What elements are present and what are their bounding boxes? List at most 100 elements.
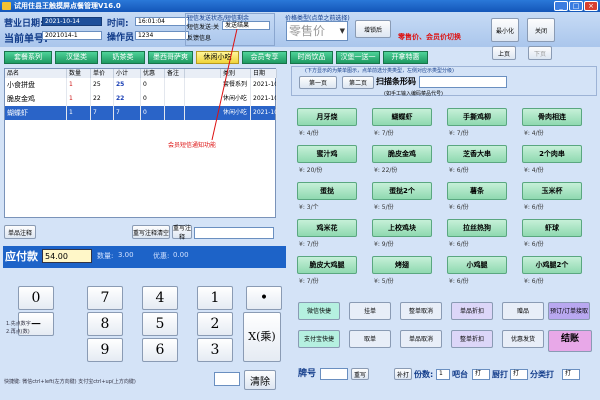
copies-input[interactable]: 1 [436, 369, 450, 380]
category-tab-8[interactable]: 开拿特惠 [383, 51, 428, 64]
dish-button[interactable]: 虾球 [522, 219, 582, 237]
dish-button[interactable]: 蝴蝶虾 [372, 108, 432, 126]
function-button-3[interactable]: 单品折扣 [451, 302, 493, 320]
dish-button[interactable]: 拉丝热狗 [447, 219, 507, 237]
dish-button[interactable]: 脆皮金鸡 [372, 145, 432, 163]
scan-label: 扫描条形码 [376, 77, 416, 86]
shortcut-hint: 快捷键: 微信ctrl+left(左方向键) 支付宝ctrl+up(上方向键) [4, 379, 136, 385]
dish-price: ¥: 7/份 [374, 130, 394, 137]
discount-value: 0.00 [173, 251, 189, 259]
cell-date: 2021-10- [251, 106, 277, 120]
dish-button[interactable]: 2个肉串 [522, 145, 582, 163]
key-7[interactable]: 5 [142, 312, 178, 336]
dish-button[interactable]: 玉米杯 [522, 182, 582, 200]
key-2[interactable]: 4 [142, 286, 178, 310]
dish-button[interactable]: 骨肉相连 [522, 108, 582, 126]
bar-select[interactable]: 打 [472, 369, 490, 380]
lock-switch-button[interactable]: 增锁后 [355, 20, 391, 38]
page-2-button[interactable]: 第二页 [342, 76, 374, 89]
clear-button[interactable]: 清除 [244, 370, 276, 390]
dish-button[interactable]: 上校鸡块 [372, 219, 432, 237]
category-tab-6[interactable]: 时尚饮品 [290, 51, 333, 64]
cell-qty: 1 [67, 78, 91, 92]
price-type-select[interactable]: 零售价 ▼ [286, 21, 348, 41]
cell-price: 7 [91, 106, 114, 120]
kitchen-select[interactable]: 打 [510, 369, 528, 380]
multiply-key[interactable]: X(乘) [243, 312, 281, 362]
note-input[interactable] [194, 227, 274, 239]
split-print-label: 分类打 [530, 370, 554, 379]
key-4[interactable]: • [246, 286, 282, 310]
cell-sub: 22 [114, 92, 141, 106]
key-11[interactable]: 3 [197, 338, 233, 362]
dish-button[interactable]: 芝香大串 [447, 145, 507, 163]
rewrite-note-button[interactable]: 重写注释 [172, 225, 192, 241]
function-button-9[interactable]: 整单折扣 [451, 330, 493, 348]
key-9[interactable]: 9 [87, 338, 123, 362]
page-1-button[interactable]: 第一页 [299, 76, 337, 89]
function-button-1[interactable]: 挂单 [349, 302, 391, 320]
dish-button[interactable]: 薯条 [447, 182, 507, 200]
function-button-4[interactable]: 赠品 [502, 302, 544, 320]
function-button-10[interactable]: 优惠发货 [502, 330, 544, 348]
dish-button[interactable]: 手撕鸡柳 [447, 108, 507, 126]
dish-button[interactable]: 月牙烧 [297, 108, 357, 126]
table-number-input[interactable] [320, 368, 348, 380]
keypad-input[interactable] [214, 372, 240, 386]
prev-page-button[interactable]: 上页 [492, 46, 516, 60]
dish-price: ¥: 6/份 [449, 167, 469, 174]
dish-button[interactable]: 脆皮大鸡腿 [297, 256, 357, 274]
function-button-7[interactable]: 取单 [349, 330, 391, 348]
dish-button[interactable]: 蛋挞2个 [372, 182, 432, 200]
dish-price: ¥: 3/个 [299, 204, 319, 211]
function-button-8[interactable]: 单品取消 [400, 330, 442, 348]
key-1[interactable]: 7 [87, 286, 123, 310]
function-button-0[interactable]: 微信快捷 [298, 302, 340, 320]
minimize-button[interactable]: 最小化 [491, 18, 519, 42]
maximize-window-button[interactable]: □ [569, 1, 583, 11]
key-0[interactable]: 0 [18, 286, 54, 310]
minimize-window-button[interactable]: _ [554, 1, 568, 11]
bar-label: 吧台 [452, 370, 468, 379]
grid-header-1: 数量 [67, 69, 91, 78]
sms-feedback-label: 反馈信息 [187, 35, 212, 42]
split-print-select[interactable]: 打 [562, 369, 580, 380]
category-tab-3[interactable]: 墨西哥萨爽 [148, 51, 193, 64]
barcode-input[interactable] [419, 76, 507, 88]
dish-button[interactable]: 蜜汁鸡 [297, 145, 357, 163]
exit-button[interactable]: 关闭 [527, 18, 555, 42]
close-window-button[interactable]: × [584, 1, 598, 11]
category-tab-1[interactable]: 汉堡类 [55, 51, 98, 64]
category-tab-0[interactable]: 套餐系列 [4, 51, 52, 64]
function-button-6[interactable]: 支付宝快捷 [298, 330, 340, 348]
table-rewrite-button[interactable]: 重写 [351, 368, 369, 380]
key-3[interactable]: 1 [197, 286, 233, 310]
function-button-11[interactable]: 结账 [548, 330, 592, 352]
dish-price: ¥: 7/份 [299, 241, 319, 248]
next-page-button[interactable]: 下页 [528, 46, 552, 60]
cell-disc: 0 [141, 92, 165, 106]
dish-price: ¥: 7/份 [299, 278, 319, 285]
dish-price: ¥: 9/份 [374, 241, 394, 248]
clear-notes-button[interactable]: 重写注释清空 [132, 225, 170, 239]
dish-price: ¥: 6/份 [524, 241, 544, 248]
dish-button[interactable]: 鸡米花 [297, 219, 357, 237]
dish-button[interactable]: 小鸡腿2个 [522, 256, 582, 274]
category-tab-5[interactable]: 会员专享 [242, 51, 287, 64]
dish-button[interactable]: 蛋挞 [297, 182, 357, 200]
dish-price: ¥: 6/份 [449, 241, 469, 248]
dish-button[interactable]: 小鸡腿 [447, 256, 507, 274]
reprint-button[interactable]: 补打 [394, 368, 412, 380]
time-label: 时间: [107, 19, 129, 29]
category-tab-7[interactable]: 汉堡一送一 [336, 51, 380, 64]
function-button-5[interactable]: 预订/订单接取 [548, 302, 590, 320]
single-note-button[interactable]: 单品注释 [4, 225, 36, 239]
category-tab-2[interactable]: 奶茶类 [101, 51, 145, 64]
grid-header-5: 备注 [165, 69, 185, 78]
order-field: 2021014-1 [42, 31, 102, 40]
key-8[interactable]: 2 [197, 312, 233, 336]
function-button-2[interactable]: 整单取消 [400, 302, 442, 320]
key-10[interactable]: 6 [142, 338, 178, 362]
dish-button[interactable]: 烤翅 [372, 256, 432, 274]
key-6[interactable]: 8 [87, 312, 123, 336]
